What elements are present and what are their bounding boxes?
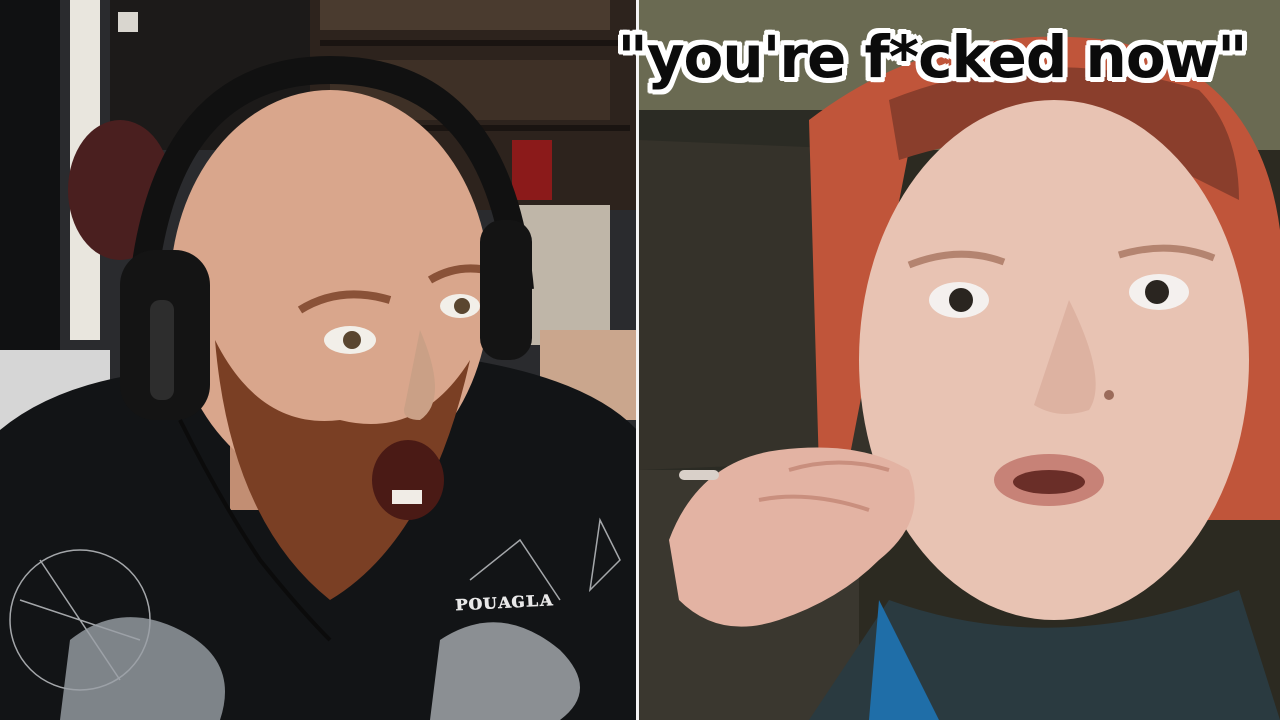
right-video-panel — [639, 0, 1280, 720]
clip-scene — [639, 0, 1280, 720]
meme-caption: "you're f*cked now" — [617, 23, 1248, 91]
left-video-panel: ᴘᴏᴜᴀɢʟᴀ — [0, 0, 637, 720]
hoodie-print-text: ᴘᴏᴜᴀɢʟᴀ — [454, 585, 554, 617]
